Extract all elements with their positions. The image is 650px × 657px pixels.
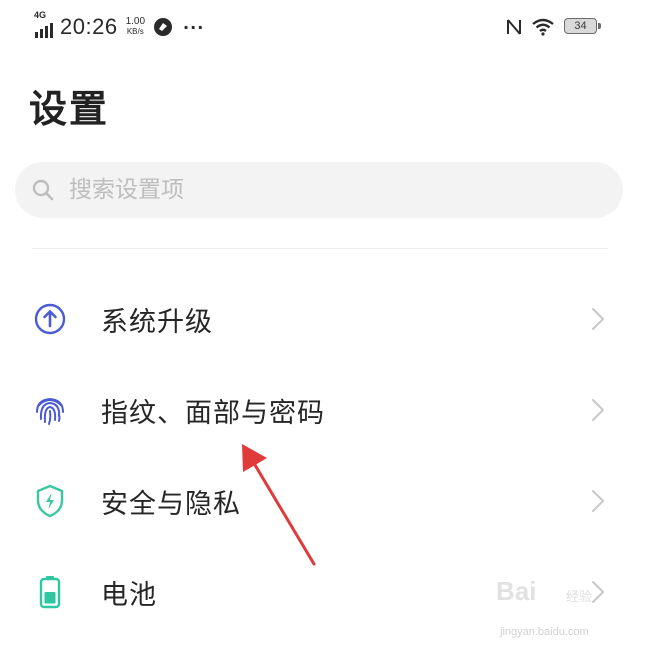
shield-icon (36, 484, 64, 518)
setting-item-label: 安全与隐私 (101, 488, 241, 520)
divider (32, 248, 608, 249)
fingerprint-icon (36, 397, 64, 425)
status-left: 4G 20:26 1.00 KB/s ··· (34, 10, 205, 42)
search-box[interactable] (15, 162, 623, 218)
watermark-sub: 经验 (566, 590, 593, 605)
battery-status-icon: 34 (564, 18, 602, 36)
search-icon (32, 179, 54, 201)
setting-item-system-update[interactable]: 系统升级 (0, 274, 650, 364)
speed-value: 1.00 (125, 16, 146, 27)
chevron-right-icon (592, 490, 604, 512)
watermark: Bai 经验 jingyan.baidu.com (496, 576, 636, 642)
notification-app-icon (154, 18, 173, 36)
watermark-brand: Bai (496, 576, 537, 606)
watermark-url: jingyan.baidu.com (500, 626, 589, 638)
page-title: 设置 (29, 87, 110, 131)
battery-level: 34 (564, 18, 597, 34)
signal-icon (35, 23, 53, 38)
status-bar: 4G 20:26 1.00 KB/s ··· 34 (0, 0, 650, 52)
more-notifications-icon: ··· (183, 17, 205, 37)
network-type: 4G (34, 10, 47, 20)
speed-unit: KB/s (126, 27, 144, 36)
setting-item-label: 系统升级 (101, 306, 213, 338)
clock: 20:26 (60, 14, 118, 39)
chevron-right-icon (592, 399, 604, 421)
nfc-icon (507, 19, 521, 35)
setting-item-fingerprint-face-password[interactable]: 指纹、面部与密码 (0, 365, 650, 455)
setting-item-label: 指纹、面部与密码 (101, 397, 325, 429)
search-input[interactable] (67, 176, 571, 204)
status-right: 34 (506, 14, 602, 40)
setting-item-label: 电池 (101, 579, 157, 611)
battery-cap (598, 23, 601, 29)
setting-item-security-privacy[interactable]: 安全与隐私 (0, 456, 650, 546)
network-speed: 1.00 KB/s (126, 17, 145, 37)
chevron-right-icon (592, 308, 604, 330)
wifi-icon (532, 18, 554, 36)
battery-icon (39, 576, 61, 609)
upload-arrow-icon (34, 303, 66, 335)
